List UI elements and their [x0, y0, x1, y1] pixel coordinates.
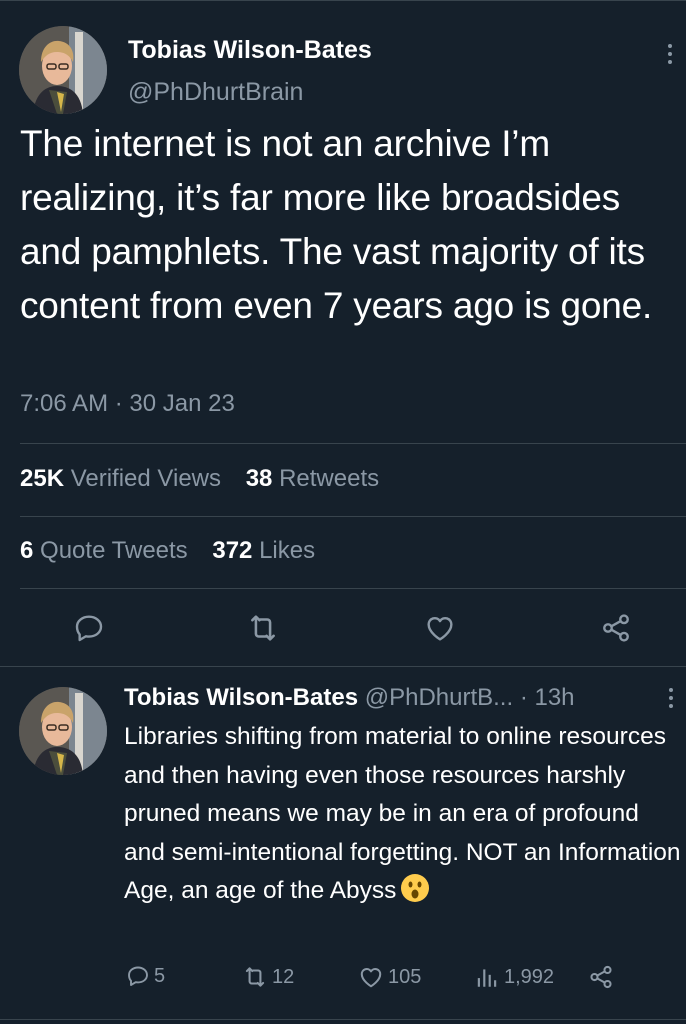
- views-count: 1,992: [504, 965, 555, 988]
- main-tweet: Tobias Wilson-Bates @PhDhurtBrain The in…: [0, 0, 686, 666]
- quotes-label: Quote Tweets: [40, 537, 188, 564]
- retweet-count: 12: [272, 965, 295, 988]
- author-name[interactable]: Tobias Wilson-Bates: [124, 684, 358, 711]
- share-icon: [590, 965, 612, 989]
- author-handle[interactable]: @PhDhurtB...: [365, 684, 513, 711]
- views-bar-chart-icon: [477, 969, 497, 987]
- retweet-icon: [245, 967, 265, 987]
- views-button[interactable]: 1,992: [474, 964, 554, 990]
- tweet-text: The internet is not an archive I’m reali…: [20, 123, 653, 326]
- retweet-button[interactable]: 12: [242, 964, 294, 990]
- stats-row-2: 6 Quote Tweets 372 Likes: [20, 537, 333, 565]
- author-name[interactable]: Tobias Wilson-Bates: [128, 36, 372, 65]
- stats-row-1: 25K Verified Views 38 Retweets: [20, 465, 397, 493]
- reply-button[interactable]: 5: [126, 964, 165, 988]
- divider: [20, 443, 686, 444]
- views-label: Verified Views: [70, 465, 222, 492]
- quote-tweets-stat[interactable]: 6 Quote Tweets: [20, 537, 188, 564]
- avatar[interactable]: [19, 687, 107, 775]
- retweets-label: Retweets: [279, 465, 380, 492]
- likes-label: Likes: [259, 537, 316, 564]
- like-count: 105: [388, 965, 422, 988]
- share-button[interactable]: [588, 964, 618, 990]
- avatar[interactable]: [19, 26, 107, 114]
- avatar-photo: [19, 687, 107, 775]
- like-button[interactable]: 105: [358, 964, 421, 990]
- reply-header: Tobias Wilson-Bates @PhDhurtB... · 13h: [124, 684, 575, 712]
- more-options-icon[interactable]: [666, 688, 676, 708]
- like-icon[interactable]: [422, 610, 458, 646]
- reply-count: 5: [154, 964, 166, 987]
- like-icon: [360, 967, 382, 988]
- tweet-timestamp[interactable]: 7:06 AM · 30 Jan 23: [20, 390, 235, 418]
- likes-stat[interactable]: 372 Likes: [212, 537, 315, 564]
- more-options-icon[interactable]: [665, 44, 675, 64]
- tweet-time-ago[interactable]: · 13h: [520, 684, 575, 711]
- quotes-count: 6: [20, 537, 34, 564]
- divider: [20, 588, 686, 589]
- likes-count: 372: [212, 537, 253, 564]
- astonished-face-emoji: [400, 873, 430, 903]
- reply-text-block: Libraries shifting from material to onli…: [124, 718, 686, 911]
- reply-icon: [128, 966, 148, 986]
- tweet-separator: [0, 666, 686, 667]
- retweet-icon[interactable]: [245, 610, 281, 646]
- retweets-stat[interactable]: 38 Retweets: [246, 465, 379, 492]
- views-count: 25K: [20, 465, 65, 492]
- bottom-divider: [0, 1019, 686, 1020]
- author-handle[interactable]: @PhDhurtBrain: [128, 78, 303, 107]
- share-icon[interactable]: [598, 610, 634, 646]
- views-stat[interactable]: 25K Verified Views: [20, 465, 221, 492]
- divider: [20, 516, 686, 517]
- avatar-photo: [19, 26, 107, 114]
- reply-icon[interactable]: [71, 610, 107, 646]
- retweets-count: 38: [245, 465, 273, 492]
